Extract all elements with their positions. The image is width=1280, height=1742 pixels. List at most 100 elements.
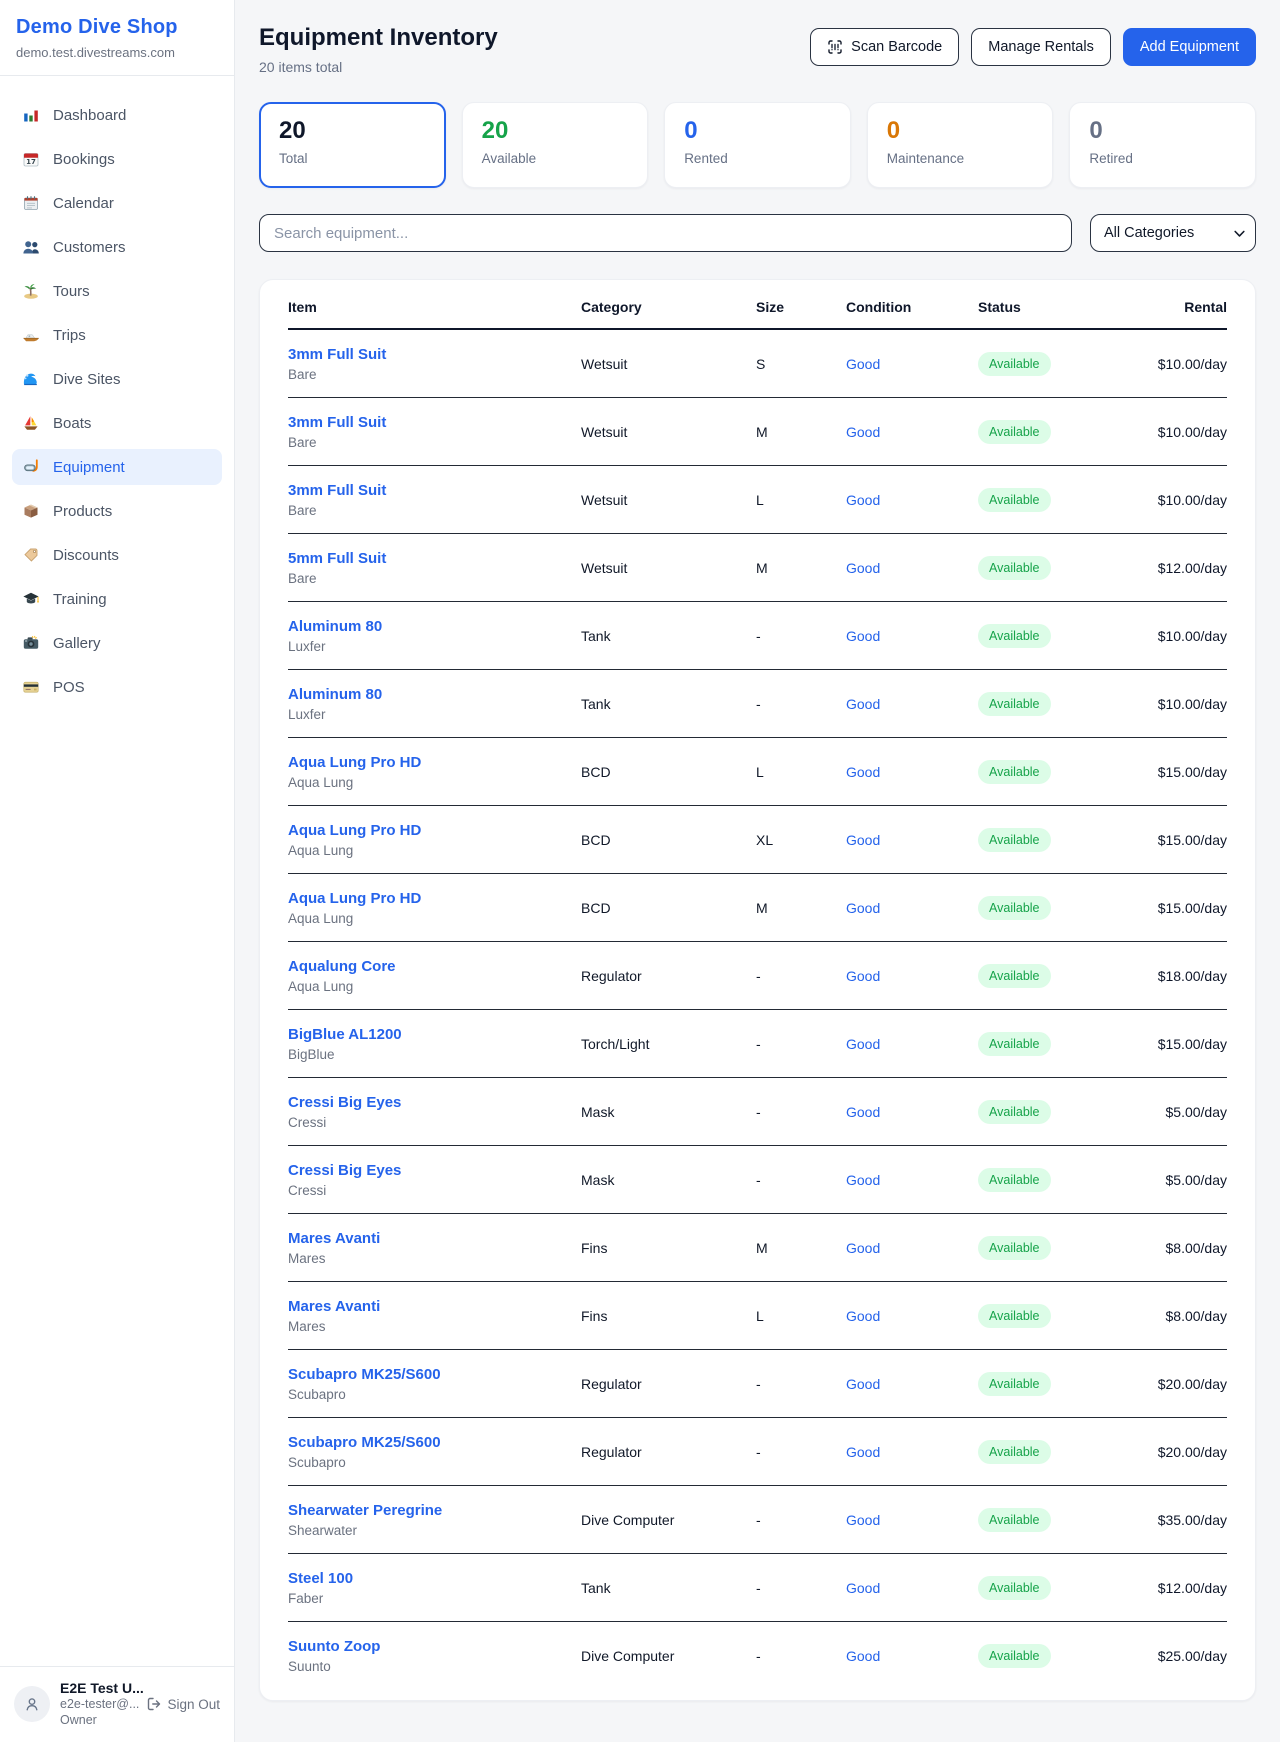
- condition-cell: Good: [846, 764, 978, 780]
- rental-price: $20.00/day: [1128, 1376, 1227, 1392]
- equipment-item-link[interactable]: Aluminum 80: [288, 686, 382, 703]
- condition-link[interactable]: Good: [846, 764, 880, 780]
- item-cell: Aluminum 80 Luxfer: [288, 686, 581, 722]
- sidebar-item-dashboard[interactable]: Dashboard: [12, 97, 222, 133]
- equipment-item-link[interactable]: 3mm Full Suit: [288, 346, 386, 363]
- table-header-row: Item Category Size Condition Status Rent…: [288, 284, 1227, 330]
- equipment-item-link[interactable]: 5mm Full Suit: [288, 550, 386, 567]
- sidebar-item-label: Customers: [53, 239, 126, 256]
- condition-link[interactable]: Good: [846, 1648, 880, 1664]
- sidebar-item-products[interactable]: Products: [12, 493, 222, 529]
- condition-link[interactable]: Good: [846, 492, 880, 508]
- condition-cell: Good: [846, 424, 978, 440]
- equipment-item-link[interactable]: Aqua Lung Pro HD: [288, 822, 421, 839]
- sidebar-item-trips[interactable]: Trips: [12, 317, 222, 353]
- condition-link[interactable]: Good: [846, 832, 880, 848]
- equipment-size: L: [756, 1308, 846, 1324]
- equipment-category: Mask: [581, 1104, 756, 1120]
- equipment-item-link[interactable]: 3mm Full Suit: [288, 414, 386, 431]
- condition-link[interactable]: Good: [846, 1240, 880, 1256]
- equipment-category: Regulator: [581, 1444, 756, 1460]
- equipment-size: -: [756, 628, 846, 644]
- sidebar-item-dive-sites[interactable]: Dive Sites: [12, 361, 222, 397]
- equipment-item-link[interactable]: Cressi Big Eyes: [288, 1162, 401, 1179]
- equipment-category: Mask: [581, 1172, 756, 1188]
- sidebar-item-tours[interactable]: Tours: [12, 273, 222, 309]
- item-cell: Scubapro MK25/S600 Scubapro: [288, 1434, 581, 1470]
- stat-label: Available: [482, 151, 629, 166]
- sidebar-item-equipment[interactable]: Equipment: [12, 449, 222, 485]
- equipment-item-link[interactable]: Steel 100: [288, 1570, 353, 1587]
- equipment-table: Item Category Size Condition Status Rent…: [259, 279, 1256, 1701]
- equipment-size: M: [756, 424, 846, 440]
- condition-link[interactable]: Good: [846, 968, 880, 984]
- equipment-category: BCD: [581, 764, 756, 780]
- condition-link[interactable]: Good: [846, 628, 880, 644]
- condition-link[interactable]: Good: [846, 900, 880, 916]
- stat-value: 0: [684, 118, 831, 144]
- condition-link[interactable]: Good: [846, 1580, 880, 1596]
- status-cell: Available: [978, 760, 1128, 784]
- condition-link[interactable]: Good: [846, 696, 880, 712]
- equipment-item-link[interactable]: 3mm Full Suit: [288, 482, 386, 499]
- status-badge: Available: [978, 1576, 1051, 1600]
- equipment-item-link[interactable]: Mares Avanti: [288, 1230, 380, 1247]
- stat-card-total[interactable]: 20 Total: [259, 102, 446, 188]
- sign-out-button[interactable]: Sign Out: [146, 1696, 220, 1712]
- search-input[interactable]: [259, 214, 1072, 252]
- sidebar-item-calendar[interactable]: Calendar: [12, 185, 222, 221]
- stat-card-retired[interactable]: 0 Retired: [1069, 102, 1256, 188]
- sidebar-item-bookings[interactable]: 17 Bookings: [12, 141, 222, 177]
- stat-value: 20: [279, 118, 426, 144]
- sidebar-item-label: Products: [53, 503, 112, 520]
- equipment-item-link[interactable]: Aqua Lung Pro HD: [288, 754, 421, 771]
- condition-cell: Good: [846, 1376, 978, 1392]
- condition-cell: Good: [846, 1036, 978, 1052]
- equipment-item-link[interactable]: Scubapro MK25/S600: [288, 1434, 441, 1451]
- equipment-item-brand: Shearwater: [288, 1523, 581, 1538]
- sidebar-item-discounts[interactable]: Discounts: [12, 537, 222, 573]
- condition-link[interactable]: Good: [846, 1036, 880, 1052]
- condition-link[interactable]: Good: [846, 1172, 880, 1188]
- equipment-category: BCD: [581, 900, 756, 916]
- equipment-item-link[interactable]: Mares Avanti: [288, 1298, 380, 1315]
- add-equipment-label: Add Equipment: [1140, 39, 1239, 55]
- sidebar-item-gallery[interactable]: Gallery: [12, 625, 222, 661]
- condition-link[interactable]: Good: [846, 424, 880, 440]
- status-cell: Available: [978, 1372, 1128, 1396]
- condition-link[interactable]: Good: [846, 1104, 880, 1120]
- condition-link[interactable]: Good: [846, 1308, 880, 1324]
- equipment-item-brand: Cressi: [288, 1115, 581, 1130]
- add-equipment-button[interactable]: Add Equipment: [1123, 28, 1256, 66]
- stat-card-maintenance[interactable]: 0 Maintenance: [867, 102, 1054, 188]
- item-cell: Aqua Lung Pro HD Aqua Lung: [288, 822, 581, 858]
- condition-link[interactable]: Good: [846, 356, 880, 372]
- equipment-item-link[interactable]: Cressi Big Eyes: [288, 1094, 401, 1111]
- status-cell: Available: [978, 692, 1128, 716]
- condition-link[interactable]: Good: [846, 1512, 880, 1528]
- main-content: Equipment Inventory 20 items total Scan …: [235, 0, 1280, 1742]
- equipment-item-link[interactable]: Shearwater Peregrine: [288, 1502, 442, 1519]
- equipment-item-link[interactable]: Aluminum 80: [288, 618, 382, 635]
- condition-link[interactable]: Good: [846, 1444, 880, 1460]
- manage-rentals-button[interactable]: Manage Rentals: [971, 28, 1111, 66]
- equipment-item-link[interactable]: Aqua Lung Pro HD: [288, 890, 421, 907]
- stat-card-available[interactable]: 20 Available: [462, 102, 649, 188]
- equipment-item-brand: Faber: [288, 1591, 581, 1606]
- equipment-item-link[interactable]: BigBlue AL1200: [288, 1026, 402, 1043]
- sidebar-item-pos[interactable]: POS: [12, 669, 222, 705]
- equipment-size: M: [756, 1240, 846, 1256]
- scan-barcode-button[interactable]: Scan Barcode: [810, 28, 959, 66]
- condition-link[interactable]: Good: [846, 560, 880, 576]
- stat-card-rented[interactable]: 0 Rented: [664, 102, 851, 188]
- equipment-item-link[interactable]: Suunto Zoop: [288, 1638, 380, 1655]
- barcode-scan-icon: [827, 39, 843, 55]
- equipment-item-link[interactable]: Aqualung Core: [288, 958, 396, 975]
- sidebar-item-boats[interactable]: Boats: [12, 405, 222, 441]
- category-select[interactable]: All Categories: [1090, 214, 1256, 252]
- condition-link[interactable]: Good: [846, 1376, 880, 1392]
- status-cell: Available: [978, 488, 1128, 512]
- equipment-item-link[interactable]: Scubapro MK25/S600: [288, 1366, 441, 1383]
- sidebar-item-training[interactable]: Training: [12, 581, 222, 617]
- sidebar-item-customers[interactable]: Customers: [12, 229, 222, 265]
